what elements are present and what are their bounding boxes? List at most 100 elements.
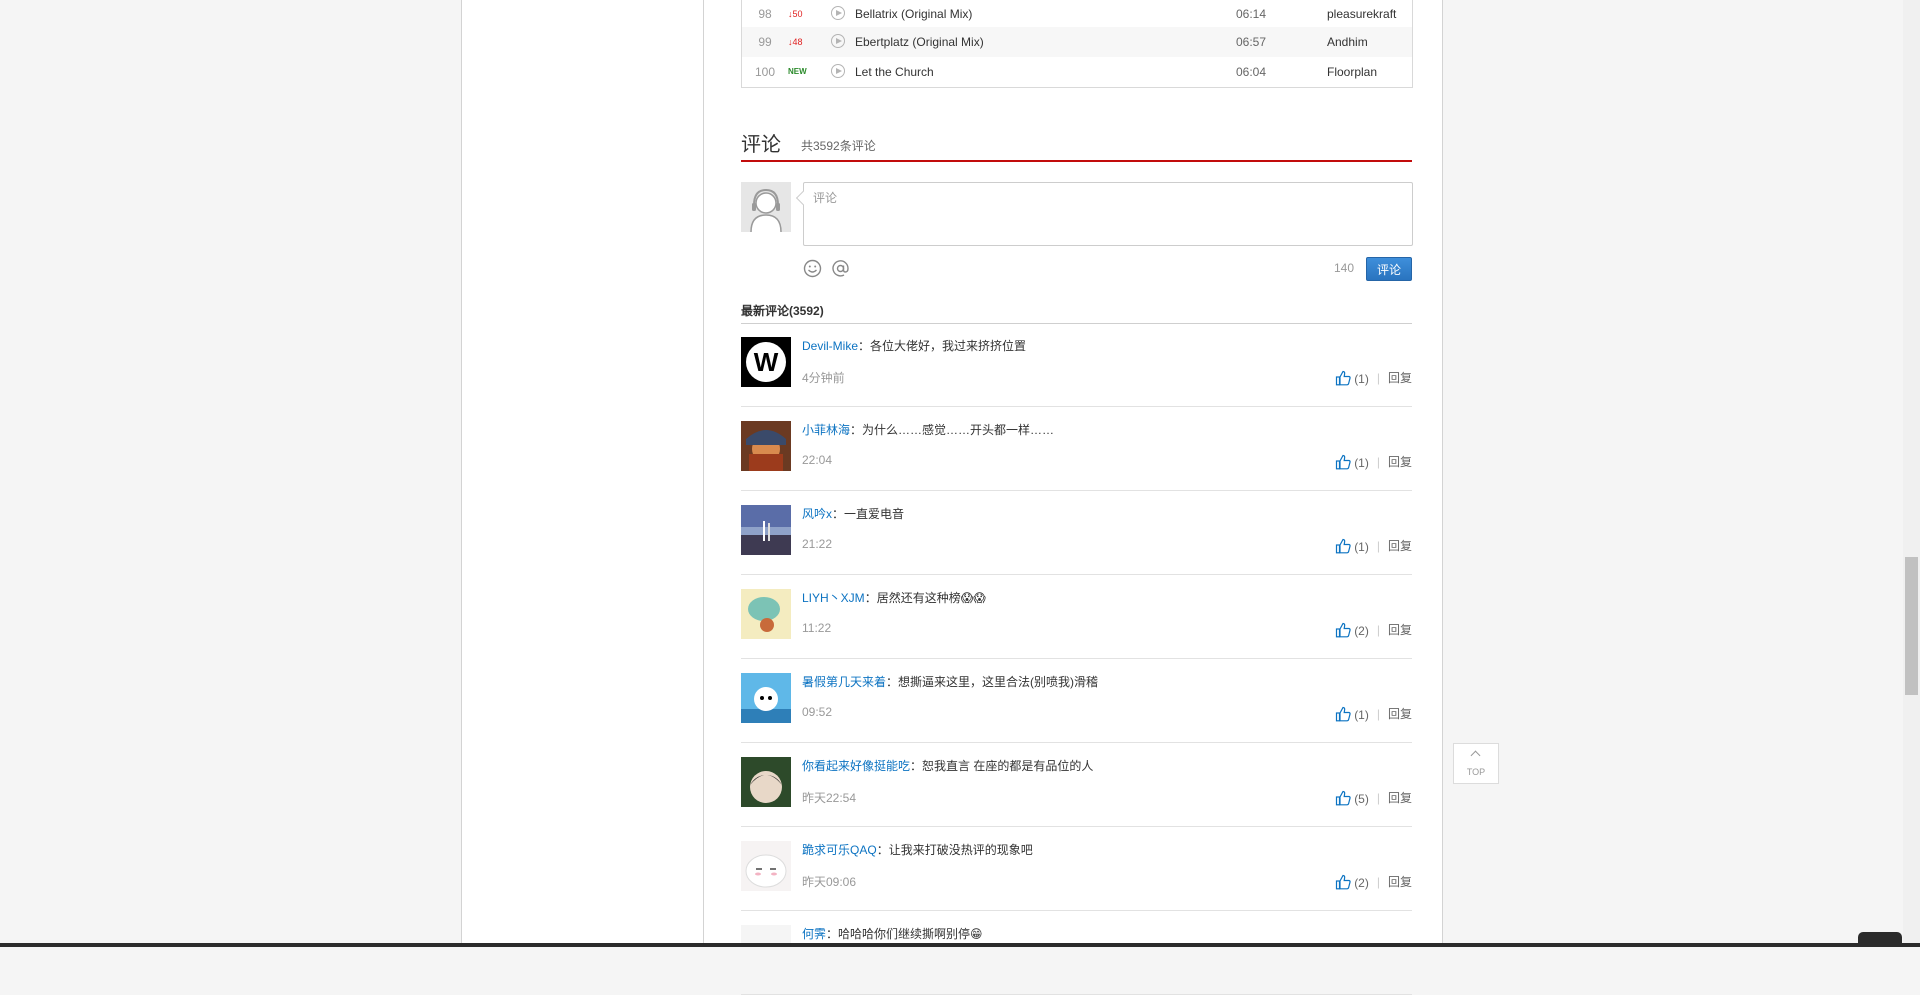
song-duration: 06:04	[1236, 65, 1267, 79]
action-divider: |	[1376, 875, 1380, 889]
like-button[interactable]: (1)	[1335, 370, 1369, 388]
song-row[interactable]: 100 NEW Let the Church 06:04 Floorplan	[742, 57, 1412, 87]
comments-total: 共3592条评论	[801, 139, 876, 153]
like-button[interactable]: (1)	[1335, 538, 1369, 556]
page-scrollbar[interactable]	[1903, 0, 1920, 947]
comment-time: 4分钟前	[802, 371, 845, 385]
player-bar-tab[interactable]	[1858, 932, 1902, 947]
action-divider: |	[1376, 791, 1380, 805]
play-icon[interactable]	[831, 64, 845, 78]
song-title[interactable]: Let the Church	[855, 57, 934, 87]
like-count: (1)	[1354, 455, 1369, 470]
action-divider: |	[1376, 455, 1380, 469]
reply-button[interactable]: 回复	[1388, 539, 1412, 553]
comment-actions: (2) | 回复	[1335, 873, 1412, 891]
like-button[interactable]: (5)	[1335, 790, 1369, 808]
song-title[interactable]: Ebertplatz (Original Mix)	[855, 27, 984, 57]
comment-actions: (1) | 回复	[1335, 453, 1412, 471]
submit-comment-button[interactable]: 评论	[1366, 257, 1412, 281]
thumbs-up-icon[interactable]	[1335, 622, 1351, 638]
commenter-avatar[interactable]	[741, 505, 791, 555]
comment-time: 21:22	[802, 537, 833, 551]
commenter-avatar[interactable]	[741, 925, 791, 975]
commenter-avatar[interactable]	[741, 589, 791, 639]
reply-button[interactable]: 回复	[1388, 791, 1412, 805]
reply-button[interactable]: 回复	[1388, 455, 1412, 469]
like-button[interactable]: (2)	[1335, 874, 1369, 892]
comment-body: ：为什么……感觉……开头都一样……	[850, 423, 1055, 437]
commenter-name[interactable]: 你看起来好像挺能吃	[802, 759, 910, 773]
comment-item: 风吟x：一直爱电音 21:22 (1) | 回复	[741, 491, 1412, 575]
commenter-name[interactable]: 小菲林海	[802, 423, 850, 437]
comment-body: ：居然还有这种榜😱😱	[864, 591, 986, 605]
action-divider: |	[1376, 371, 1380, 385]
thumbs-up-icon[interactable]	[1335, 370, 1351, 386]
like-count: (1)	[1354, 707, 1369, 722]
like-button[interactable]: (1)	[1335, 706, 1369, 724]
back-to-top-label: TOP	[1466, 767, 1486, 777]
comment-text: 你看起来好像挺能吃：恕我直言 在座的都是有品位的人	[802, 756, 1093, 776]
like-button[interactable]: (1)	[1335, 454, 1369, 472]
song-artist[interactable]: Floorplan	[1327, 57, 1377, 87]
default-avatar-icon	[741, 182, 791, 232]
thumbs-up-icon[interactable]	[1335, 706, 1351, 722]
comment-time: 昨天22:54	[802, 791, 857, 805]
comment-item: LIYH丶XJM：居然还有这种榜😱😱 11:22 (2) | 回复	[741, 575, 1412, 659]
commenter-avatar[interactable]	[741, 841, 791, 891]
comment-time: 22:04	[802, 453, 833, 467]
song-artist[interactable]: Andhim	[1327, 27, 1368, 57]
song-rank: 99	[758, 35, 772, 49]
play-icon[interactable]	[831, 6, 845, 20]
comment-body: ：一直爱电音	[832, 507, 905, 521]
comment-item: 暑假第几天来着：想撕逼来这里，这里合法(别喷我)滑稽 09:52 (1) | 回复	[741, 659, 1412, 743]
like-count: (2)	[1354, 875, 1369, 890]
thumbs-up-icon[interactable]	[1335, 538, 1351, 554]
reply-button[interactable]: 回复	[1388, 623, 1412, 637]
latest-comments-title: 最新评论(3592)	[741, 302, 1412, 324]
commenter-name[interactable]: 风吟x	[802, 507, 832, 521]
smile-icon[interactable]	[803, 259, 822, 278]
commenter-name[interactable]: 跪求可乐QAQ	[802, 843, 877, 857]
comment-item: W Devil-Mike：各位大佬好，我过来挤挤位置 4分钟前 (1) | 回复	[741, 323, 1412, 407]
comment-item: 小菲林海：为什么……感觉……开头都一样…… 22:04 (1) | 回复	[741, 407, 1412, 491]
scrollbar-thumb[interactable]	[1905, 557, 1918, 695]
comment-body: ：各位大佬好，我过来挤挤位置	[858, 339, 1027, 353]
at-icon[interactable]	[831, 259, 850, 278]
my-avatar	[741, 182, 791, 232]
reply-button[interactable]: 回复	[1388, 875, 1412, 889]
song-row[interactable]: 98 ↓50 Bellatrix (Original Mix) 06:14 pl…	[742, 0, 1412, 29]
commenter-name[interactable]: LIYH丶XJM	[802, 591, 865, 605]
comment-actions: (1) | 回复	[1335, 705, 1412, 723]
commenter-name[interactable]: Devil-Mike	[802, 339, 858, 353]
song-duration: 06:14	[1236, 7, 1267, 21]
song-row[interactable]: 99 ↓48 Ebertplatz (Original Mix) 06:57 A…	[742, 27, 1412, 57]
svg-text:W: W	[754, 347, 779, 377]
like-button[interactable]: (2)	[1335, 622, 1369, 640]
song-artist[interactable]: pleasurekraft	[1327, 0, 1396, 29]
song-table: 98 ↓50 Bellatrix (Original Mix) 06:14 pl…	[741, 0, 1413, 88]
comment-input[interactable]	[804, 183, 1412, 245]
thumbs-up-icon[interactable]	[1335, 874, 1351, 890]
commenter-name[interactable]: 何霁	[802, 927, 826, 941]
commenter-avatar[interactable]	[741, 421, 791, 471]
comment-input-box	[803, 182, 1413, 246]
commenter-name[interactable]: 暑假第几天来着	[802, 675, 886, 689]
song-title[interactable]: Bellatrix (Original Mix)	[855, 0, 972, 29]
reply-button[interactable]: 回复	[1388, 371, 1412, 385]
play-icon[interactable]	[831, 34, 845, 48]
thumbs-up-icon[interactable]	[1335, 790, 1351, 806]
comment-time: 11:22	[802, 621, 832, 635]
reply-button[interactable]: 回复	[1388, 707, 1412, 721]
song-rank: 100	[754, 65, 776, 79]
thumbs-up-icon[interactable]	[1335, 454, 1351, 470]
player-bar[interactable]	[0, 943, 1920, 947]
commenter-avatar[interactable]	[741, 673, 791, 723]
left-column	[462, 0, 704, 947]
comments-title: 评论	[741, 134, 781, 156]
like-count: (5)	[1354, 791, 1369, 806]
back-to-top-button[interactable]: TOP	[1453, 743, 1499, 784]
comment-time: 09:52	[802, 705, 833, 719]
commenter-avatar[interactable]: W	[741, 337, 791, 387]
comment-text: 风吟x：一直爱电音	[802, 504, 904, 524]
commenter-avatar[interactable]	[741, 757, 791, 807]
